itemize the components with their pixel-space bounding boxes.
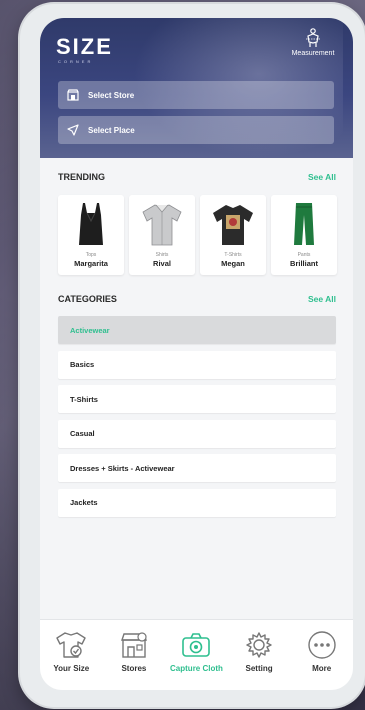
- category-item-dresses-skirts[interactable]: Dresses + Skirts - Activewear: [58, 454, 336, 482]
- body-measure-icon: [306, 28, 320, 47]
- app-screen: SIZE CORNER Measurement Select Store Sel…: [40, 18, 353, 690]
- brand-logo-sub: CORNER: [58, 59, 94, 64]
- tab-stores[interactable]: Stores: [104, 630, 164, 673]
- trending-header: TRENDING See All: [58, 172, 336, 182]
- phone-frame: SIZE CORNER Measurement Select Store Sel…: [20, 4, 365, 707]
- category-item-basics[interactable]: Basics: [58, 350, 336, 379]
- header: SIZE CORNER Measurement Select Store Sel…: [40, 18, 353, 158]
- tab-label: Your Size: [53, 664, 90, 673]
- camera-icon: [182, 633, 211, 657]
- more-dots-icon: [307, 631, 336, 659]
- trending-list: Tops Margarita Shirts Rival T-Shirts Meg…: [58, 195, 340, 275]
- trending-item-megan[interactable]: T-Shirts Megan: [200, 195, 266, 275]
- product-name: Brilliant: [290, 259, 318, 268]
- tab-your-size[interactable]: Your Size: [41, 630, 101, 673]
- trending-item-margarita[interactable]: Tops Margarita: [58, 195, 124, 275]
- tab-setting[interactable]: Setting: [229, 630, 289, 673]
- measurement-label: Measurement: [291, 50, 335, 57]
- product-type: T-Shirts: [224, 252, 242, 258]
- product-type: Shirts: [155, 252, 169, 258]
- trending-title: TRENDING: [58, 172, 105, 182]
- category-item-activewear[interactable]: Activewear: [58, 316, 336, 344]
- select-place-label: Select Place: [88, 125, 135, 135]
- product-name: Margarita: [74, 259, 108, 268]
- tab-label: Capture Cloth: [170, 664, 223, 673]
- brand-logo: SIZE: [56, 34, 113, 59]
- store-icon: [58, 89, 88, 101]
- tab-label: Setting: [245, 664, 273, 673]
- categories-header: CATEGORIES See All: [58, 294, 336, 304]
- select-store-field[interactable]: Select Store: [58, 81, 334, 109]
- category-item-casual[interactable]: Casual: [58, 419, 336, 448]
- categories-title: CATEGORIES: [58, 294, 117, 304]
- shirt-image: [142, 204, 182, 246]
- tab-label: Stores: [121, 664, 147, 673]
- shirt-check-icon: [56, 632, 86, 658]
- select-place-field[interactable]: Select Place: [58, 116, 334, 144]
- product-name: Rival: [153, 259, 171, 268]
- select-store-label: Select Store: [88, 90, 135, 100]
- tab-more[interactable]: More: [292, 630, 352, 673]
- store-icon: [120, 632, 147, 658]
- categories-see-all-link[interactable]: See All: [308, 294, 336, 304]
- measurement-button[interactable]: Measurement: [283, 28, 343, 57]
- trending-see-all-link[interactable]: See All: [308, 172, 336, 182]
- location-arrow-icon: [58, 124, 88, 136]
- bottom-tab-bar: Your Size Stores Capture Cloth Setting M…: [40, 619, 353, 690]
- tab-label: More: [312, 664, 332, 673]
- t-shirt-image: [213, 205, 253, 245]
- categories-list: Activewear Basics T-Shirts Casual Dresse…: [58, 316, 336, 523]
- trending-item-rival[interactable]: Shirts Rival: [129, 195, 195, 275]
- pants-image: [294, 203, 314, 245]
- product-type: Pants: [297, 252, 311, 258]
- product-type: Tops: [85, 252, 97, 258]
- product-name: Megan: [221, 259, 245, 268]
- category-item-t-shirts[interactable]: T-Shirts: [58, 385, 336, 413]
- trending-item-brilliant[interactable]: Pants Brilliant: [271, 195, 337, 275]
- gear-icon: [246, 632, 272, 658]
- tank-top-image: [79, 203, 103, 245]
- tab-capture-cloth[interactable]: Capture Cloth: [166, 630, 226, 673]
- category-item-jackets[interactable]: Jackets: [58, 488, 336, 517]
